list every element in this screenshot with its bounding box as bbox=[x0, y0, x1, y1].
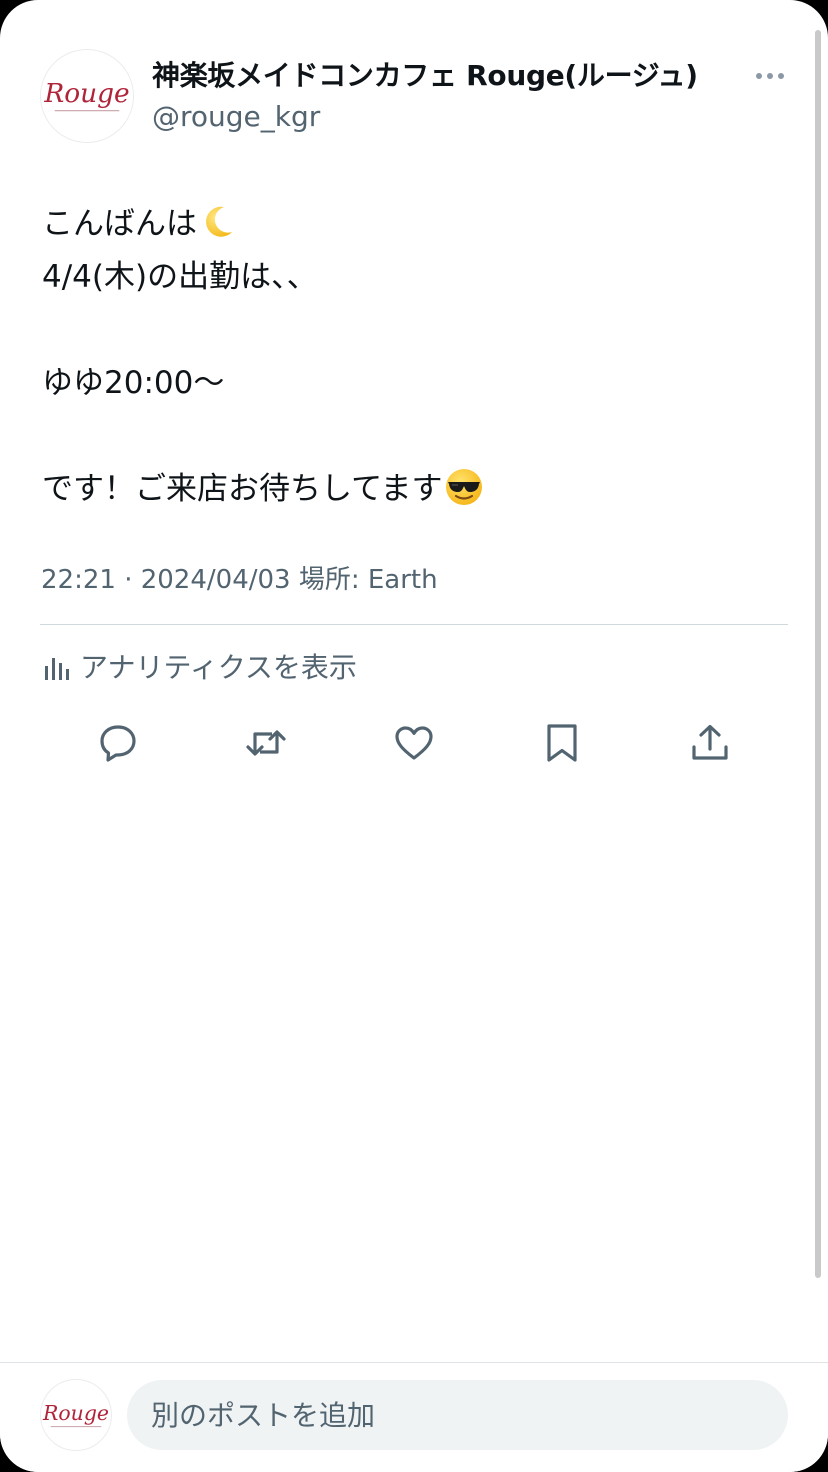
share-button[interactable] bbox=[688, 721, 732, 765]
post-text-line: です！ご来店お待ちしてます bbox=[42, 463, 782, 516]
svg-text:Rouge: Rouge bbox=[42, 1401, 109, 1425]
repost-button[interactable] bbox=[244, 721, 288, 765]
rouge-logo-icon: Rouge bbox=[43, 78, 130, 112]
add-post-input[interactable] bbox=[127, 1380, 788, 1450]
scrollbar[interactable] bbox=[815, 30, 821, 1278]
like-button[interactable] bbox=[392, 721, 436, 765]
crescent-moon-icon bbox=[198, 202, 238, 242]
analytics-label: アナリティクスを表示 bbox=[80, 651, 357, 684]
own-avatar[interactable]: Rouge bbox=[40, 1379, 112, 1451]
post-detail-screen: Rouge 神楽坂メイドコンカフェ Rouge(ルージュ) @rouge_kgr… bbox=[0, 0, 828, 1472]
post-text: こんばんは 4/4(木)の出勤は、、 ゆゆ20:00〜 です！ご来店お待ちしてま… bbox=[42, 198, 782, 516]
reply-button[interactable] bbox=[96, 721, 140, 765]
view-analytics-link[interactable]: アナリティクスを表示 bbox=[42, 650, 357, 686]
reply-composer-bar: Rouge bbox=[0, 1362, 828, 1472]
author-display-name[interactable]: 神楽坂メイドコンカフェ Rouge(ルージュ) bbox=[152, 58, 698, 94]
reply-icon bbox=[100, 725, 136, 762]
analytics-bar-icon bbox=[45, 658, 69, 680]
post-text-line bbox=[42, 304, 782, 357]
svg-text:Rouge: Rouge bbox=[43, 78, 129, 109]
more-options-button[interactable] bbox=[750, 62, 790, 90]
bookmark-button[interactable] bbox=[540, 721, 584, 765]
bookmark-icon bbox=[547, 724, 577, 762]
author-handle[interactable]: @rouge_kgr bbox=[152, 100, 320, 134]
heart-icon bbox=[395, 726, 433, 760]
author-avatar[interactable]: Rouge bbox=[40, 49, 134, 143]
smiling-face-with-sunglasses-icon bbox=[444, 467, 484, 507]
post-timestamp-location: 22:21 · 2024/04/03 場所: Earth bbox=[41, 565, 438, 595]
post-text-line bbox=[42, 410, 782, 463]
post-text-line: ゆゆ20:00〜 bbox=[42, 365, 225, 401]
rouge-logo-icon: Rouge bbox=[42, 1401, 109, 1428]
repost-icon bbox=[246, 730, 286, 756]
share-icon bbox=[692, 724, 728, 760]
post-text-line: 4/4(木)の出勤は、、 bbox=[42, 259, 318, 295]
more-dots-icon bbox=[756, 73, 784, 79]
divider bbox=[40, 624, 788, 625]
post-text-line: こんばんは bbox=[42, 198, 782, 251]
